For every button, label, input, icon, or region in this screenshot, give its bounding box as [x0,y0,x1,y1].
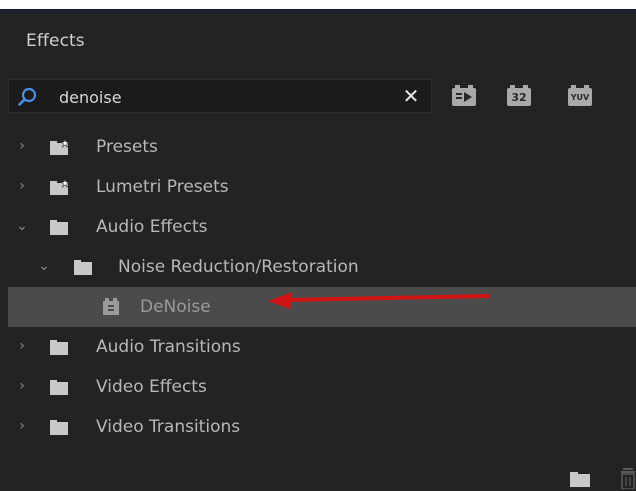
tree-item-presets[interactable]: › Presets [8,127,636,167]
window-top-edge [0,0,636,13]
folder-icon [50,220,68,235]
new-bin-icon[interactable] [570,471,592,487]
clear-search-icon[interactable]: ✕ [401,85,421,107]
search-box[interactable]: ✕ [8,79,432,113]
chevron-right-icon[interactable]: › [16,419,28,433]
search-row: ✕ 32 YUV [8,71,636,121]
search-input[interactable] [59,86,389,108]
tree-item-label: Noise Reduction/Restoration [118,257,359,277]
effects-tree: › Presets › Lumetri Presets ⌄ Audio Effe… [8,127,636,447]
tree-item-label: Video Transitions [96,417,241,437]
panel-header: Effects [8,13,636,71]
folder-icon [50,340,68,355]
tree-item-label: Audio Effects [96,217,208,237]
audio-effect-icon [103,298,119,315]
tree-item-label: DeNoise [140,297,211,317]
tree-item-video-effects[interactable]: › Video Effects [8,367,636,407]
tree-item-label: Video Effects [96,377,207,397]
accelerated-effects-icon [456,92,472,102]
chevron-down-icon[interactable]: ⌄ [16,219,28,233]
panel-footer [8,461,636,491]
trash-icon[interactable] [620,467,636,489]
search-icon [18,87,37,106]
yuv-effects-button[interactable]: YUV [568,85,592,106]
chevron-right-icon[interactable]: › [16,339,28,353]
tree-item-audio-transitions[interactable]: › Audio Transitions [8,327,636,367]
preset-folder-icon [50,179,70,195]
tree-item-noise-reduction[interactable]: ⌄ Noise Reduction/Restoration [8,247,636,287]
annotation-arrow [268,292,490,309]
tree-item-video-transitions[interactable]: › Video Transitions [8,407,636,447]
chevron-right-icon[interactable]: › [16,179,28,193]
accelerated-effects-button[interactable] [452,85,476,106]
effects-panel: Effects ✕ 32 YUV › [8,13,636,491]
preset-folder-icon [50,139,70,155]
32-bit-color-button[interactable]: 32 [507,85,531,106]
folder-icon [74,260,92,275]
folder-icon [50,380,68,395]
tree-item-label: Lumetri Presets [96,177,229,197]
tree-item-audio-effects[interactable]: ⌄ Audio Effects [8,207,636,247]
32-bit-label: 32 [511,90,527,104]
tree-item-label: Audio Transitions [96,337,241,357]
chevron-down-icon[interactable]: ⌄ [38,259,50,273]
tree-item-label: Presets [96,137,158,157]
yuv-label: YUV [570,92,590,102]
panel-title[interactable]: Effects [26,31,85,51]
chevron-right-icon[interactable]: › [16,379,28,393]
tree-item-lumetri-presets[interactable]: › Lumetri Presets [8,167,636,207]
chevron-right-icon[interactable]: › [16,139,28,153]
folder-icon [50,420,68,435]
